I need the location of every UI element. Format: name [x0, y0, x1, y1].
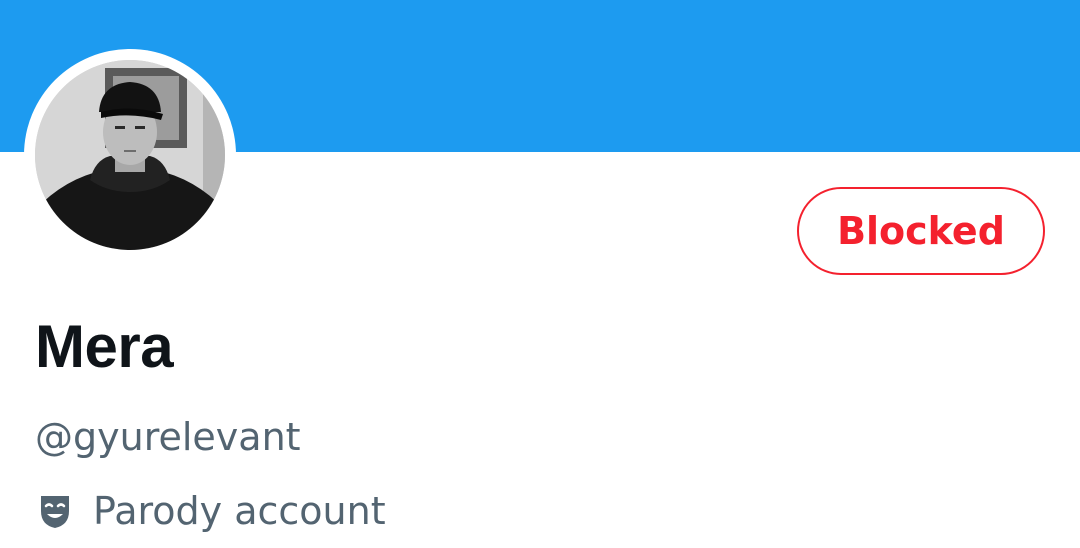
display-name: Mera	[35, 313, 174, 380]
blocked-button-label: Blocked	[837, 209, 1005, 253]
parody-label-row: Parody account	[35, 486, 386, 536]
avatar-border	[24, 49, 236, 261]
avatar[interactable]	[35, 60, 225, 250]
profile-header: Blocked Mera @gyurelevant Parody account	[0, 0, 1080, 548]
avatar-photo-icon	[35, 60, 225, 250]
username-handle: @gyurelevant	[35, 415, 301, 459]
parody-account-label: Parody account	[93, 489, 386, 533]
blocked-button[interactable]: Blocked	[797, 187, 1045, 275]
theater-masks-icon	[35, 491, 75, 531]
